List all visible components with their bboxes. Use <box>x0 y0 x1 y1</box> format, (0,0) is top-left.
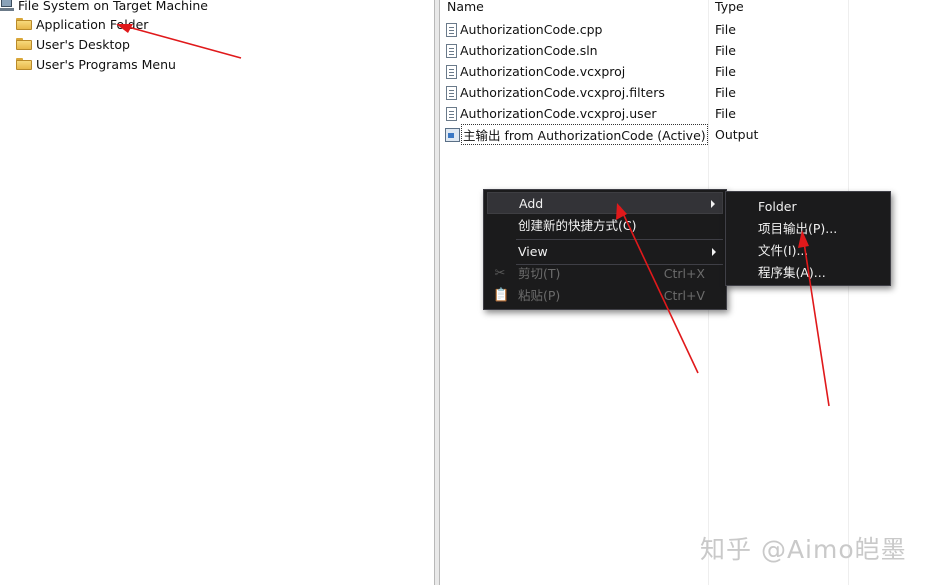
file-type: File <box>715 22 736 37</box>
menu-item-cut[interactable]: ✂ 剪切(T) Ctrl+X <box>487 263 723 285</box>
submenu-arrow-icon <box>712 248 716 256</box>
file-name: 主输出 from AuthorizationCode (Active) <box>461 124 708 145</box>
menu-item-label: 创建新的快捷方式(C) <box>518 218 637 233</box>
document-icon <box>446 85 457 100</box>
add-submenu: Folder 项目输出(P)... 文件(I)... 程序集(A)... <box>725 191 891 286</box>
list-item[interactable]: AuthorizationCode.vcxproj <box>446 61 625 82</box>
scissors-icon: ✂ <box>494 266 506 281</box>
folder-icon <box>16 58 32 70</box>
menu-item-create-shortcut[interactable]: 创建新的快捷方式(C) <box>487 215 723 237</box>
menu-item-add[interactable]: Add <box>487 192 723 214</box>
file-type: Output <box>715 127 759 142</box>
tree-item-label: User's Programs Menu <box>36 56 176 72</box>
computer-icon <box>0 0 14 11</box>
document-icon <box>446 64 457 79</box>
tree-item-label: Application Folder <box>36 16 149 32</box>
submenu-item-file[interactable]: 文件(I)... <box>758 240 808 262</box>
clipboard-icon: 📋 <box>493 288 510 303</box>
list-item[interactable]: AuthorizationCode.cpp <box>446 19 602 40</box>
file-type: File <box>715 43 736 58</box>
document-icon <box>446 106 457 121</box>
tree-item-users-programs-menu[interactable]: User's Programs Menu <box>16 54 176 74</box>
tree-item-application-folder[interactable]: Application Folder <box>16 14 148 34</box>
folder-icon <box>16 18 32 30</box>
file-name: AuthorizationCode.sln <box>460 43 598 58</box>
menu-item-label: Add <box>519 196 544 211</box>
column-divider[interactable] <box>848 0 849 585</box>
tree-root-label: File System on Target Machine <box>18 0 208 13</box>
list-item[interactable]: AuthorizationCode.sln <box>446 40 598 61</box>
menu-item-shortcut: Ctrl+X <box>663 266 705 281</box>
file-name: AuthorizationCode.vcxproj.user <box>460 106 657 121</box>
submenu-item-assembly[interactable]: 程序集(A)... <box>758 262 826 284</box>
file-system-tree-pane: File System on Target Machine Applicatio… <box>0 0 434 585</box>
list-item[interactable]: AuthorizationCode.vcxproj.filters <box>446 82 665 103</box>
file-name: AuthorizationCode.cpp <box>460 22 603 37</box>
project-output-icon <box>445 127 460 142</box>
menu-item-label: View <box>518 244 548 259</box>
document-icon <box>446 43 457 58</box>
watermark: 知乎 @Aimo皑墨 <box>700 535 907 564</box>
submenu-item-project-output[interactable]: 项目输出(P)... <box>758 218 837 240</box>
menu-item-view[interactable]: View <box>487 241 723 263</box>
submenu-arrow-icon <box>711 200 715 208</box>
list-item-selected[interactable]: 主输出 from AuthorizationCode (Active) <box>445 124 708 145</box>
menu-item-paste[interactable]: 📋 粘贴(P) Ctrl+V <box>487 285 723 307</box>
tree-item-label: User's Desktop <box>36 36 130 52</box>
column-header-type[interactable]: Type <box>715 0 744 15</box>
folder-icon <box>16 38 32 50</box>
document-icon <box>446 22 457 37</box>
file-name: AuthorizationCode.vcxproj <box>460 64 626 79</box>
file-type: File <box>715 64 736 79</box>
menu-item-shortcut: Ctrl+V <box>663 288 705 303</box>
tree-root[interactable]: File System on Target Machine <box>0 0 208 15</box>
list-item[interactable]: AuthorizationCode.vcxproj.user <box>446 103 657 124</box>
context-menu: Add 创建新的快捷方式(C) View ✂ 剪切(T) Ctrl+X 📋 粘贴… <box>483 189 727 310</box>
menu-item-label: 粘贴(P) <box>518 288 561 303</box>
file-type: File <box>715 85 736 100</box>
column-header-name[interactable]: Name <box>447 0 484 15</box>
tree-item-users-desktop[interactable]: User's Desktop <box>16 34 130 54</box>
menu-separator <box>516 239 723 240</box>
menu-item-label: 剪切(T) <box>518 266 561 281</box>
file-name: AuthorizationCode.vcxproj.filters <box>460 85 665 100</box>
submenu-item-folder[interactable]: Folder <box>758 196 797 218</box>
file-type: File <box>715 106 736 121</box>
